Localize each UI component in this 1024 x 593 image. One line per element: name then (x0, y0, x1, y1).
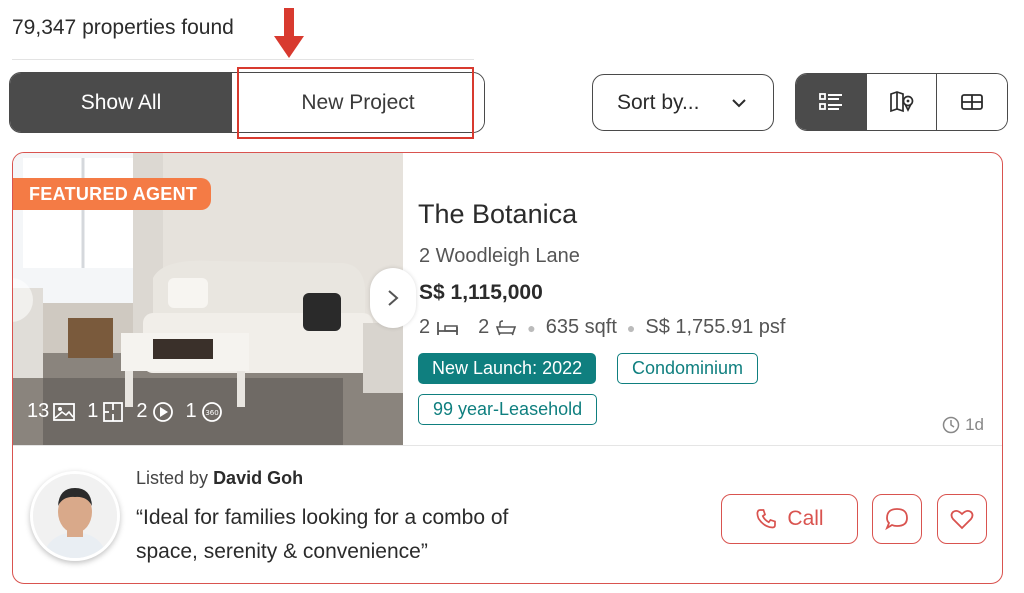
bath-count: 2 (478, 316, 490, 338)
listing-card[interactable]: FEATURED AGENT 13 1 2 1 360 The Botanica… (12, 152, 1003, 584)
card-divider (13, 445, 1002, 446)
divider (12, 59, 474, 60)
call-label: Call (787, 507, 824, 530)
results-count: 79,347 properties found (12, 16, 234, 39)
featured-agent-badge: FEATURED AGENT (13, 178, 211, 210)
floorplan-count: 1 (87, 400, 124, 423)
agent-avatar[interactable] (30, 471, 120, 561)
listed-by: Listed by David Goh (136, 468, 303, 489)
listing-price: S$ 1,115,000 (419, 281, 543, 304)
image-icon (53, 402, 76, 421)
separator-dot: ● (527, 319, 536, 336)
virtual-tour-count-value: 1 (185, 400, 197, 422)
chevron-down-icon (732, 99, 746, 108)
separator-dot: ● (626, 319, 636, 336)
svg-text:360: 360 (205, 409, 218, 417)
video-count-value: 2 (136, 400, 148, 422)
listing-age-value: 1d (965, 415, 984, 434)
show-all-button[interactable]: Show All (10, 73, 232, 132)
list-view-button[interactable] (796, 74, 866, 130)
360-tour-icon: 360 (201, 401, 222, 422)
bed-icon (437, 321, 459, 335)
video-play-icon (152, 401, 173, 422)
floorplan-count-value: 1 (87, 400, 99, 422)
list-view-icon (818, 93, 842, 110)
virtual-tour-count: 1 360 (186, 400, 223, 423)
chat-bubble-icon (885, 508, 908, 531)
video-count: 2 (136, 400, 173, 423)
clock-icon (942, 416, 960, 434)
favorite-button[interactable] (937, 494, 987, 544)
tenure-tag: 99 year-Leasehold (418, 394, 598, 425)
phone-icon (756, 509, 777, 529)
photo-count: 13 (27, 400, 76, 423)
chevron-right-icon (388, 290, 399, 306)
sort-label: Sort by... (617, 90, 700, 114)
message-button[interactable] (872, 494, 922, 544)
bath-icon (496, 319, 517, 335)
grid-view-button[interactable] (936, 74, 1007, 130)
sort-dropdown[interactable]: Sort by... (592, 74, 774, 131)
call-button[interactable]: Call (721, 494, 858, 544)
annotation-arrow-icon (274, 8, 304, 58)
new-launch-tag: New Launch: 2022 (418, 353, 597, 384)
agent-photo (33, 474, 117, 558)
view-toggle (795, 73, 1008, 131)
map-view-icon (889, 91, 913, 113)
listing-type-toggle: Show All New Project (9, 72, 485, 133)
listed-by-prefix: Listed by (136, 468, 209, 488)
listing-specs: 2 2 ● 635 sqft ● S$ 1,755.91 psf (419, 316, 785, 339)
price-per-sqft: S$ 1,755.91 psf (645, 316, 786, 338)
map-view-button[interactable] (865, 74, 937, 130)
listing-address: 2 Woodleigh Lane (419, 245, 580, 267)
listing-title[interactable]: The Botanica (418, 199, 577, 230)
next-photo-button[interactable] (370, 268, 416, 328)
agent-quote: “Ideal for families looking for a combo … (136, 506, 509, 563)
listing-age: 1d (942, 415, 984, 435)
bed-count: 2 (419, 316, 431, 338)
photo-count-value: 13 (27, 400, 50, 422)
property-type-tag: Condominium (617, 353, 759, 384)
listing-info: The Botanica 2 Woodleigh Lane S$ 1,115,0… (418, 153, 1002, 445)
new-project-button[interactable]: New Project (232, 73, 484, 132)
floor-area: 635 sqft (545, 316, 617, 338)
listing-photo[interactable]: FEATURED AGENT 13 1 2 1 360 (13, 153, 403, 445)
agent-name[interactable]: David Goh (213, 468, 303, 488)
grid-view-icon (961, 94, 984, 110)
media-counts: 13 1 2 1 360 (27, 400, 229, 423)
heart-icon (950, 509, 974, 530)
floorplan-icon (103, 401, 124, 422)
